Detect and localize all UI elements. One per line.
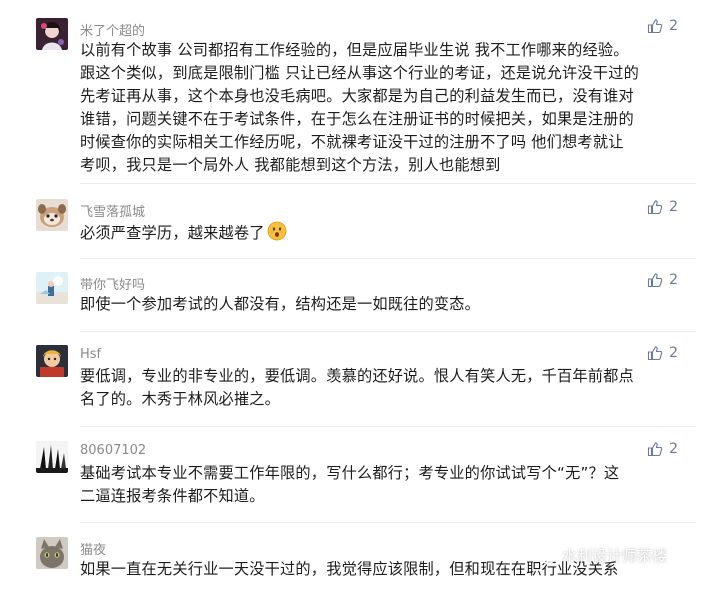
like-button[interactable]: 2 [647,18,678,34]
avatar[interactable] [36,272,68,304]
nickname: 80607102 [80,443,147,458]
avatar[interactable] [36,345,68,377]
comment-line: 必须严查学历，越来越卷了 [80,221,695,245]
comment-text: 以前有个故事 公司都招有工作经验的，但是应届毕业生说 我不工作哪来的经验。 跟这… [80,39,695,177]
wechat-channel-icon [532,546,556,564]
nickname: 猫夜 [80,543,107,558]
nickname: 飞雪落孤城 [80,205,146,220]
thumbs-up-icon [648,19,663,34]
comment-line: 跟这个类似，到底是限制门槛 只让已经从事这个行业的考证，还是说允许没干过的 [80,64,639,82]
divider [80,183,696,184]
face-with-open-mouth-emoji [267,221,287,241]
like-count: 2 [669,199,678,215]
comment-line: 要低调，专业的非专业的，要低调。羡慕的还好说。恨人有笑人无，千百年前都点 [80,367,634,385]
nickname: 米了个超的 [80,24,146,39]
avatar[interactable] [36,441,68,473]
like-count: 2 [669,272,678,288]
comment-line: 基础考试本专业不需要工作年限的，写什么都行；考专业的你试试写个“无”？这 [80,464,620,482]
comment-line: 二逼连报考条件都不知道。 [80,487,265,505]
watermark-text: 水利设计师茶楼 [562,547,668,565]
avatar[interactable] [36,18,68,50]
thumbs-up-icon [648,200,663,215]
divider [80,258,696,259]
like-button[interactable]: 2 [647,345,678,361]
comment-line: 考呗，我只是一个局外人 我都能想到这个方法，别人也能想到 [80,156,501,174]
nickname: Hsf [80,347,102,362]
like-button[interactable]: 2 [647,199,678,215]
comment-list: 米了个超的 2 以前有个故事 公司都招有工作经验的，但是应届毕业生说 我不工作哪… [0,0,720,589]
comment-line: 先考证再从事，这个本身也没毛病吧。大家都是为自己的利益发生而已，没有谁对 [80,87,634,105]
comment-line: 名了的。木秀于林风必摧之。 [80,390,281,408]
like-count: 2 [669,18,678,34]
nickname: 带你飞好吗 [80,278,146,293]
divider [80,522,696,523]
divider [80,426,696,427]
comment-text: 即使一个参加考试的人都没有，结构还是一如既往的变态。 [80,293,695,316]
thumbs-up-icon [648,442,663,457]
comment-line: 谁错，问题关键不在于考试条件，在于怎么在注册证书的时候把关，如果是注册的 [80,110,634,128]
divider [80,331,696,332]
like-button[interactable]: 2 [647,272,678,288]
like-count: 2 [669,441,678,457]
thumbs-up-icon [648,346,663,361]
comment-text: 要低调，专业的非专业的，要低调。羡慕的还好说。恨人有笑人无，千百年前都点 名了的… [80,365,695,411]
watermark: 水利设计师茶楼 [532,545,667,566]
avatar[interactable] [36,537,68,569]
comment-line: 时候查你的实际相关工作经历呢，不就裸考证没干过的注册不了吗 他们想考就让 [80,133,624,151]
comment-line-text: 必须严查学历，越来越卷了 [80,224,265,242]
thumbs-up-icon [648,273,663,288]
avatar[interactable] [36,199,68,231]
like-button[interactable]: 2 [647,441,678,457]
comment-text: 必须严查学历，越来越卷了 [80,221,695,245]
like-count: 2 [669,345,678,361]
comment-line: 以前有个故事 公司都招有工作经验的，但是应届毕业生说 我不工作哪来的经验。 [80,41,629,59]
comment-line: 即使一个参加考试的人都没有，结构还是一如既往的变态。 [80,295,481,313]
comment-text: 基础考试本专业不需要工作年限的，写什么都行；考专业的你试试写个“无”？这 二逼连… [80,462,695,508]
